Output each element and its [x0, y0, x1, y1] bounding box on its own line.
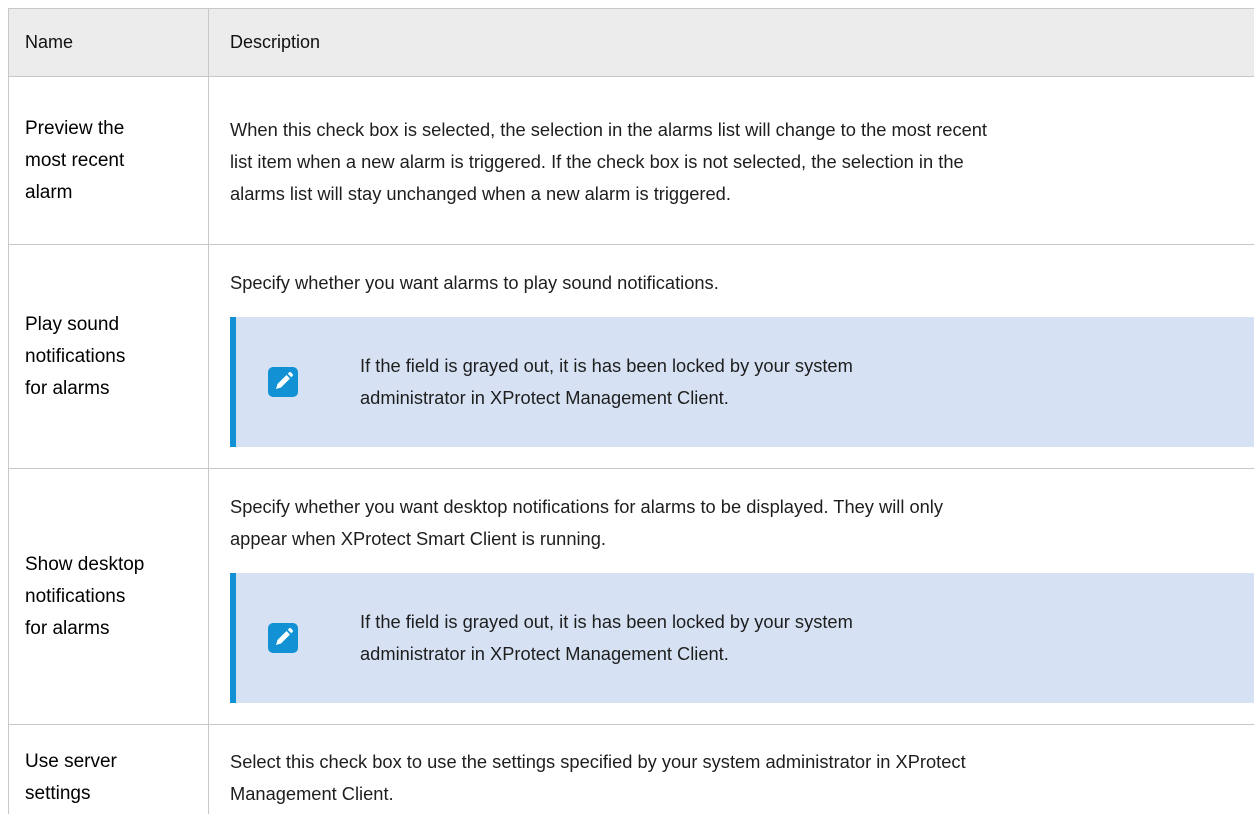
name-line: notifications	[25, 581, 202, 613]
description-line: list item when a new alarm is triggered.…	[230, 146, 1240, 178]
note-text: If the field is grayed out, it is has be…	[360, 350, 920, 414]
note-line: administrator in XProtect Management Cli…	[360, 638, 920, 670]
note-text: If the field is grayed out, it is has be…	[360, 606, 920, 670]
name-line: alarm	[25, 177, 202, 209]
pencil-icon	[268, 623, 298, 653]
table-header-row: Name Description	[9, 9, 1254, 77]
name-line: for alarms	[25, 373, 202, 405]
settings-table: Name Description Preview the most recent…	[8, 8, 1254, 814]
note-line: administrator in XProtect Management Cli…	[360, 382, 920, 414]
setting-name: Use server settings	[9, 725, 209, 814]
setting-name: Preview the most recent alarm	[9, 77, 209, 245]
name-line: Play sound	[25, 309, 202, 341]
description-line: alarms list will stay unchanged when a n…	[230, 178, 1240, 210]
name-line: for alarms	[25, 613, 202, 645]
setting-name: Play sound notifications for alarms	[9, 245, 209, 469]
name-line: settings	[25, 778, 202, 810]
description-line: Select this check box to use the setting…	[230, 746, 1240, 778]
description-line: Specify whether you want alarms to play …	[230, 267, 1240, 299]
name-line: most recent	[25, 145, 202, 177]
pencil-icon	[268, 367, 298, 397]
setting-description: When this check box is selected, the sel…	[209, 77, 1254, 245]
setting-description: Specify whether you want desktop notific…	[209, 469, 1254, 725]
header-description: Description	[209, 9, 1254, 77]
description-line: When this check box is selected, the sel…	[230, 114, 1240, 146]
note-line: If the field is grayed out, it is has be…	[360, 606, 920, 638]
name-line: Preview the	[25, 113, 202, 145]
header-name: Name	[9, 9, 209, 77]
setting-description: Specify whether you want alarms to play …	[209, 245, 1254, 469]
note-line: If the field is grayed out, it is has be…	[360, 350, 920, 382]
table-row: Play sound notifications for alarms Spec…	[9, 245, 1254, 469]
note-box: If the field is grayed out, it is has be…	[230, 317, 1254, 447]
name-line: Use server	[25, 746, 202, 778]
setting-description: Select this check box to use the setting…	[209, 725, 1254, 814]
name-line: notifications	[25, 341, 202, 373]
description-line: Specify whether you want desktop notific…	[230, 491, 1240, 523]
table-row: Use server settings Select this check bo…	[9, 725, 1254, 814]
table-row: Show desktop notifications for alarms Sp…	[9, 469, 1254, 725]
name-line: Show desktop	[25, 549, 202, 581]
description-line: Management Client.	[230, 778, 1240, 810]
table-row: Preview the most recent alarm When this …	[9, 77, 1254, 245]
description-line: appear when XProtect Smart Client is run…	[230, 523, 1240, 555]
setting-name: Show desktop notifications for alarms	[9, 469, 209, 725]
note-box: If the field is grayed out, it is has be…	[230, 573, 1254, 703]
